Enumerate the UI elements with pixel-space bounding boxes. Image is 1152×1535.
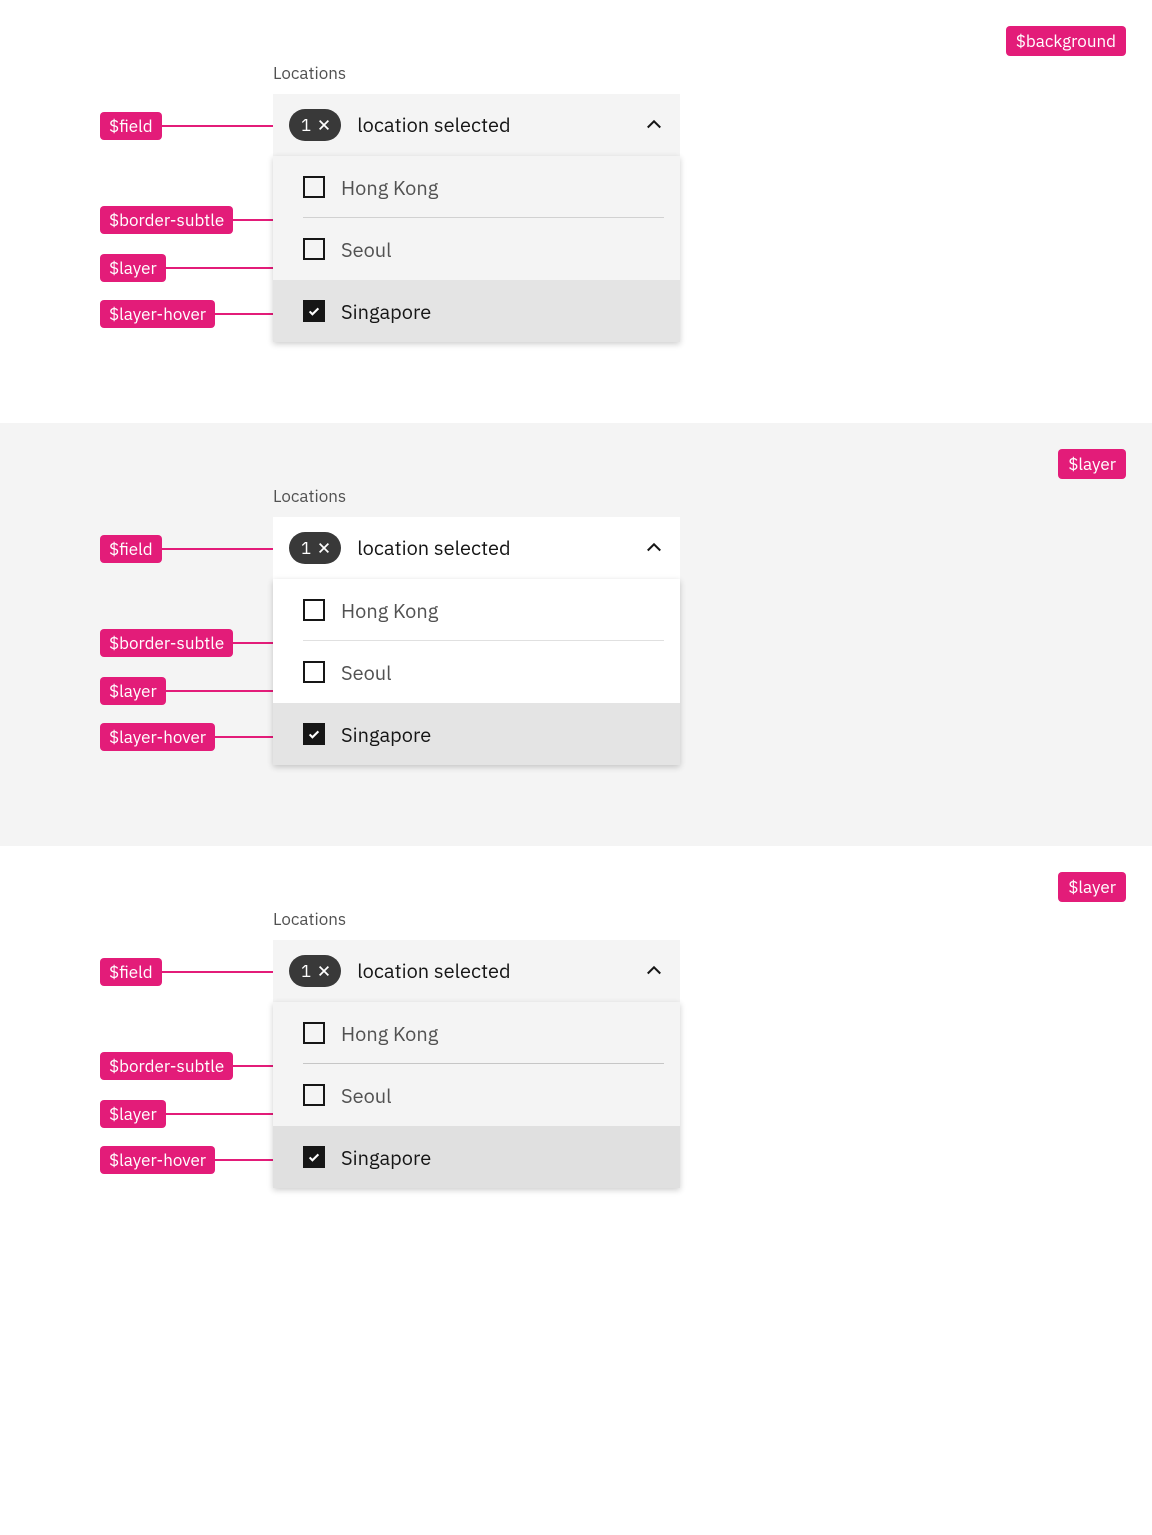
multiselect-label: Locations (273, 62, 680, 84)
multiselect-option[interactable]: Seoul (273, 1064, 680, 1126)
close-icon[interactable] (317, 541, 331, 555)
chevron-up-icon[interactable] (644, 538, 664, 558)
multiselect-label: Locations (273, 485, 680, 507)
multiselect-field[interactable]: 1 location selected (273, 940, 680, 1002)
checkbox-icon[interactable] (303, 599, 325, 621)
token-tag: $field (100, 958, 162, 986)
multiselect-field[interactable]: 1 location selected (273, 94, 680, 156)
multiselect-option[interactable]: Singapore (273, 1126, 680, 1188)
token-tag: $layer (100, 1100, 166, 1128)
token-tag: $border-subtle (100, 206, 233, 234)
annotation-column: $field $border-subtle $layer $layer-hove… (0, 846, 280, 1269)
context-token-tag: $layer (1058, 872, 1126, 902)
token-tag: $field (100, 535, 162, 563)
checkbox-icon[interactable] (303, 238, 325, 260)
annotation-field: $field (100, 958, 300, 986)
multiselect-menu: Hong Kong Seoul Singapore (273, 579, 680, 765)
multiselect-option[interactable]: Seoul (273, 641, 680, 703)
annotation-field: $field (100, 112, 300, 140)
checkbox-checked-icon[interactable] (303, 1146, 325, 1168)
checkbox-icon[interactable] (303, 176, 325, 198)
multiselect-placeholder: location selected (357, 534, 628, 561)
checkbox-checked-icon[interactable] (303, 300, 325, 322)
example-section-3: $layer $field $border-subtle $layer $lay… (0, 846, 1152, 1269)
multiselect-field[interactable]: 1 location selected (273, 517, 680, 579)
checkbox-checked-icon[interactable] (303, 723, 325, 745)
annotation-field: $field (100, 535, 300, 563)
option-label: Hong Kong (341, 174, 438, 201)
annotation-layer-hover: $layer-hover (100, 300, 301, 328)
chevron-up-icon[interactable] (644, 115, 664, 135)
multiselect-option[interactable]: Singapore (273, 703, 680, 765)
selection-count: 1 (301, 114, 311, 136)
option-label: Singapore (341, 721, 431, 748)
example-section-1: $background $field $border-subtle $layer… (0, 0, 1152, 423)
multiselect-placeholder: location selected (357, 957, 628, 984)
annotation-layer: $layer (100, 677, 302, 705)
token-tag: $layer (100, 254, 166, 282)
selection-count: 1 (301, 960, 311, 982)
token-tag: $layer-hover (100, 1146, 215, 1174)
annotation-layer-hover: $layer-hover (100, 1146, 301, 1174)
annotation-column: $field $border-subtle $layer $layer-hove… (0, 0, 280, 423)
option-label: Seoul (341, 236, 392, 263)
selection-count-tag[interactable]: 1 (289, 532, 341, 564)
selection-count-tag[interactable]: 1 (289, 109, 341, 141)
option-label: Seoul (341, 1082, 392, 1109)
annotation-column: $field $border-subtle $layer $layer-hove… (0, 423, 280, 846)
annotation-layer: $layer (100, 254, 302, 282)
token-tag: $layer (100, 677, 166, 705)
multiselect-option[interactable]: Hong Kong (273, 579, 680, 641)
multiselect-option[interactable]: Hong Kong (273, 156, 680, 218)
context-token-tag: $background (1006, 26, 1126, 56)
multiselect: Locations 1 location selected Hong Kong … (273, 453, 680, 765)
token-tag: $layer-hover (100, 723, 215, 751)
multiselect-option[interactable]: Hong Kong (273, 1002, 680, 1064)
token-tag: $border-subtle (100, 629, 233, 657)
option-label: Hong Kong (341, 1020, 438, 1047)
close-icon[interactable] (317, 964, 331, 978)
example-section-2: $layer $field $border-subtle $layer $lay… (0, 423, 1152, 846)
annotation-layer-hover: $layer-hover (100, 723, 301, 751)
multiselect-placeholder: location selected (357, 111, 628, 138)
token-tag: $layer-hover (100, 300, 215, 328)
close-icon[interactable] (317, 118, 331, 132)
multiselect: Locations 1 location selected Hong Kong … (273, 876, 680, 1188)
multiselect-label: Locations (273, 908, 680, 930)
multiselect-option[interactable]: Seoul (273, 218, 680, 280)
checkbox-icon[interactable] (303, 1022, 325, 1044)
annotation-layer: $layer (100, 1100, 302, 1128)
checkbox-icon[interactable] (303, 661, 325, 683)
selection-count-tag[interactable]: 1 (289, 955, 341, 987)
context-token-tag: $layer (1058, 449, 1126, 479)
token-tag: $field (100, 112, 162, 140)
chevron-up-icon[interactable] (644, 961, 664, 981)
multiselect: Locations 1 location selected Hong Kong … (273, 30, 680, 342)
option-label: Singapore (341, 298, 431, 325)
selection-count: 1 (301, 537, 311, 559)
option-label: Singapore (341, 1144, 431, 1171)
option-label: Seoul (341, 659, 392, 686)
option-label: Hong Kong (341, 597, 438, 624)
multiselect-menu: Hong Kong Seoul Singapore (273, 1002, 680, 1188)
multiselect-menu: Hong Kong Seoul Singapore (273, 156, 680, 342)
token-tag: $border-subtle (100, 1052, 233, 1080)
multiselect-option[interactable]: Singapore (273, 280, 680, 342)
checkbox-icon[interactable] (303, 1084, 325, 1106)
